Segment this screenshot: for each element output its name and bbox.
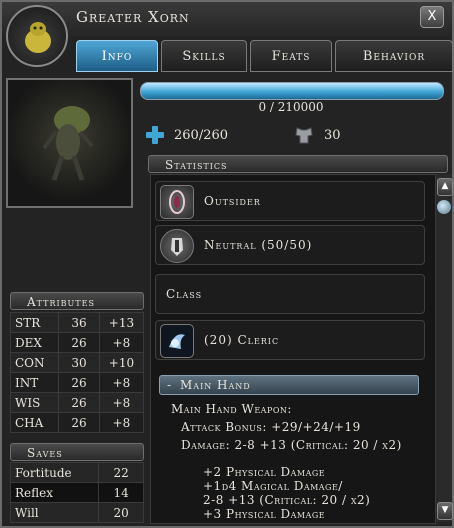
attribute-modifier: +10 bbox=[98, 352, 145, 373]
save-value: 22 bbox=[98, 462, 144, 483]
extra-damage-2: +1d4 Magical Damage/ bbox=[203, 479, 343, 493]
creature-portrait-icon bbox=[6, 5, 68, 67]
save-name: Will bbox=[9, 502, 100, 523]
stat-alignment-label: Neutral (50/50) bbox=[204, 238, 313, 252]
attribute-score: 26 bbox=[58, 372, 100, 393]
experience-text: 0 / 210000 bbox=[258, 100, 324, 114]
stat-class-value: (20) Cleric bbox=[204, 333, 280, 347]
hit-points-value: 260/260 bbox=[174, 127, 229, 143]
extra-damage-3: 2-8 +13 (Critical: 20 / x2) bbox=[203, 493, 371, 507]
creature-portrait bbox=[6, 78, 133, 208]
tab-behavior[interactable]: Behavior bbox=[335, 40, 453, 72]
attribute-name: STR bbox=[9, 312, 60, 333]
attributes-header: Attributes bbox=[10, 292, 144, 310]
attribute-modifier: +8 bbox=[98, 332, 145, 353]
stat-row-class-header: Class bbox=[155, 274, 425, 314]
attribute-score: 36 bbox=[58, 312, 100, 333]
attribute-name: WIS bbox=[9, 392, 60, 413]
scroll-up-button[interactable]: ▲ bbox=[437, 178, 453, 196]
armor-class: 30 bbox=[294, 126, 341, 144]
statistics-scrollbar[interactable]: ▲ ▼ bbox=[436, 174, 453, 522]
scroll-thumb[interactable] bbox=[437, 200, 451, 214]
attack-bonus-text: Attack Bonus: +29/+24/+19 bbox=[181, 420, 361, 434]
stat-row-alignment: Neutral (50/50) bbox=[155, 225, 425, 265]
tab-info[interactable]: Info bbox=[76, 40, 158, 72]
window-title: Greater Xorn bbox=[76, 8, 190, 26]
damage-text: Damage: 2-8 +13 (Critical: 20 / x2) bbox=[181, 438, 402, 452]
saves-header: Saves bbox=[10, 443, 144, 461]
save-name: Fortitude bbox=[9, 462, 100, 483]
tab-skills[interactable]: Skills bbox=[161, 40, 247, 72]
armor-icon bbox=[295, 127, 313, 144]
save-row: Reflex 14 bbox=[9, 482, 144, 503]
collapse-icon: - bbox=[167, 378, 173, 392]
main-hand-weapon-label: Main Hand Weapon: bbox=[171, 402, 292, 416]
attribute-score: 26 bbox=[58, 332, 100, 353]
attribute-modifier: +8 bbox=[98, 372, 145, 393]
attributes-table: STR 36 +13 DEX 26 +8 CON 30 +10 INT 26 +8 WIS 26 +8 CHA… bbox=[9, 312, 145, 433]
stat-row-class: (20) Cleric bbox=[155, 320, 425, 360]
attribute-row: INT 26 +8 bbox=[9, 372, 145, 393]
main-hand-header[interactable]: - Main Hand bbox=[159, 375, 419, 395]
save-name: Reflex bbox=[9, 482, 100, 503]
statistics-header: Statistics bbox=[148, 155, 448, 173]
attribute-row: STR 36 +13 bbox=[9, 312, 145, 333]
attribute-modifier: +8 bbox=[98, 412, 145, 433]
attribute-row: DEX 26 +8 bbox=[9, 332, 145, 353]
attribute-score: 26 bbox=[58, 412, 100, 433]
experience-bar bbox=[140, 82, 444, 100]
save-row: Will 20 bbox=[9, 502, 144, 523]
extra-damage-4: +3 Physical Damage bbox=[203, 507, 326, 521]
cleric-icon bbox=[160, 324, 194, 358]
plus-icon bbox=[146, 126, 164, 144]
creature-examine-window: Greater Xorn X Info Skills Feats Behavio… bbox=[0, 0, 454, 528]
close-button[interactable]: X bbox=[420, 6, 444, 28]
attribute-score: 30 bbox=[58, 352, 100, 373]
attribute-row: CHA 26 +8 bbox=[9, 412, 145, 433]
attribute-name: CHA bbox=[9, 412, 60, 433]
attribute-modifier: +13 bbox=[98, 312, 145, 333]
stat-row-race: Outsider bbox=[155, 181, 425, 221]
save-value: 14 bbox=[98, 482, 144, 503]
tab-bar: Info Skills Feats Behavior bbox=[76, 40, 453, 72]
hit-points: 260/260 bbox=[146, 126, 228, 144]
main-hand-header-label: Main Hand bbox=[180, 378, 251, 392]
attribute-row: CON 30 +10 bbox=[9, 352, 145, 373]
attribute-score: 26 bbox=[58, 392, 100, 413]
statistics-panel: Outsider Neutral (50/50) Class (20) Cler… bbox=[150, 174, 436, 524]
stat-class-label: Class bbox=[166, 287, 203, 301]
stat-race-label: Outsider bbox=[204, 194, 261, 208]
attribute-row: WIS 26 +8 bbox=[9, 392, 145, 413]
saves-table: Fortitude 22 Reflex 14 Will 20 bbox=[9, 462, 144, 523]
alignment-icon bbox=[160, 229, 194, 263]
attribute-modifier: +8 bbox=[98, 392, 145, 413]
armor-class-value: 30 bbox=[324, 127, 341, 143]
save-row: Fortitude 22 bbox=[9, 462, 144, 483]
title-bar[interactable] bbox=[2, 2, 452, 36]
tab-feats[interactable]: Feats bbox=[250, 40, 332, 72]
attribute-name: DEX bbox=[9, 332, 60, 353]
scroll-down-button[interactable]: ▼ bbox=[437, 502, 453, 520]
attribute-name: INT bbox=[9, 372, 60, 393]
attribute-name: CON bbox=[9, 352, 60, 373]
outsider-icon bbox=[160, 185, 194, 219]
save-value: 20 bbox=[98, 502, 144, 523]
extra-damage-1: +2 Physical Damage bbox=[203, 465, 326, 479]
